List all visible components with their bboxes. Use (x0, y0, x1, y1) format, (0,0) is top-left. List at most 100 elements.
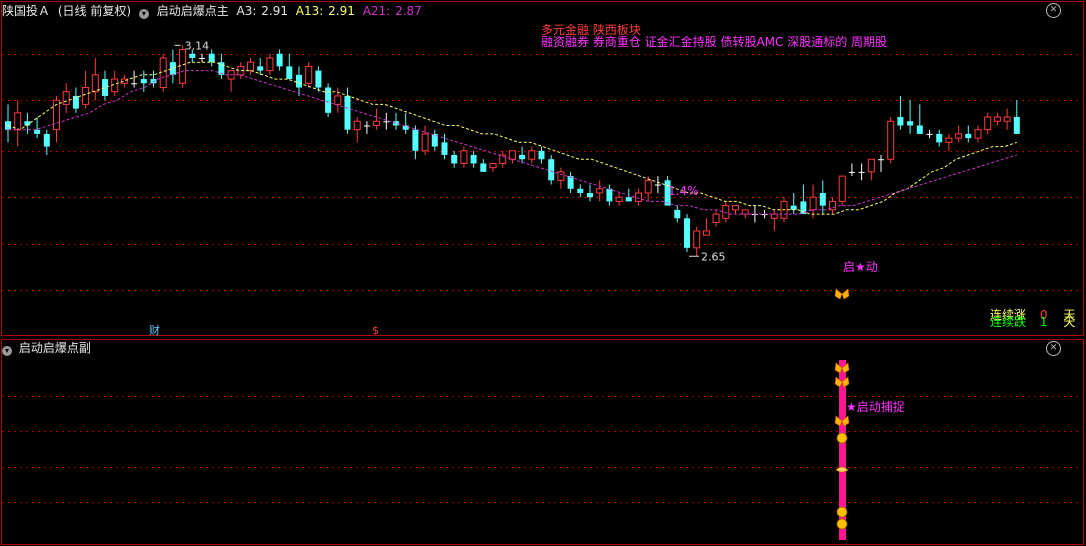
candle-up (14, 112, 22, 131)
sub-indicator-name[interactable]: 启动启爆点副 (19, 341, 91, 355)
a3-label: A3: (236, 4, 257, 18)
candle-up (353, 120, 361, 131)
candle-down (470, 155, 477, 164)
candle-doji (848, 171, 855, 173)
a13-value: 2.91 (328, 4, 355, 18)
candle-down (257, 66, 264, 71)
candle-down (208, 53, 215, 63)
candle-doji (926, 133, 933, 135)
concept-line-2: 融资融券 券商重仓 证金汇金持股 债转股AMC 深股通标的 周期股 (541, 35, 888, 49)
candle-up (557, 171, 565, 181)
candle-doji (858, 171, 865, 173)
candle-up (373, 120, 381, 126)
candle-down (150, 79, 157, 84)
stock-name[interactable]: 陕国投Ａ (2, 4, 50, 18)
candle-doji (131, 83, 138, 85)
candle-doji (363, 125, 370, 127)
candle-up (615, 196, 623, 202)
candle-up (644, 179, 652, 194)
legend-down-count: 1 (1039, 315, 1048, 329)
candle-up (712, 213, 720, 223)
coin-icon (836, 518, 848, 530)
candle-down (519, 155, 526, 160)
finance-marker: 财 (149, 323, 160, 337)
candle-up (528, 150, 536, 160)
candle-up (867, 158, 875, 173)
candle-down (43, 133, 50, 147)
candle-up (508, 150, 516, 160)
candle-up (741, 209, 749, 215)
candle-up (247, 61, 254, 72)
collapse-icon[interactable]: ▾ (138, 9, 149, 19)
candle-up (974, 129, 982, 139)
a13-label: A13: (295, 4, 324, 18)
candle-up (334, 95, 342, 105)
pct-label: 1.4% (668, 184, 699, 198)
candle-doji (878, 159, 884, 161)
candle-down (674, 209, 681, 219)
candle-up (635, 192, 642, 202)
candle-down (567, 176, 574, 189)
sub-header: ▾ 启动启爆点副 (2, 341, 91, 356)
candle-down (538, 150, 545, 160)
close-icon[interactable]: ✕ (1046, 341, 1061, 356)
candle-up (984, 116, 992, 131)
candle-down (393, 121, 399, 126)
legend-down-label: 连续跌 (990, 315, 1027, 329)
candle-up (955, 133, 963, 139)
legend-down-unit: 天 (1063, 315, 1076, 329)
candle-up (266, 57, 274, 72)
candle-down (897, 117, 904, 126)
candle-up (179, 49, 187, 84)
candle-down (480, 163, 487, 172)
candle-down (916, 125, 923, 134)
candle-up (722, 205, 730, 219)
candle-down (102, 79, 108, 96)
candle-down (441, 142, 448, 155)
candle-up (993, 116, 1001, 122)
low-price-label: 2.65 (701, 250, 726, 263)
candle-down (684, 218, 690, 248)
dollar-marker: $ (372, 324, 379, 337)
candle-down (296, 74, 302, 88)
candle-up (702, 230, 710, 236)
candle-down (548, 159, 555, 181)
candle-down (5, 121, 11, 130)
candle-up (421, 133, 429, 152)
collapse-icon[interactable]: ▾ (2, 346, 12, 356)
candle-down (936, 133, 943, 143)
candle-down (344, 95, 351, 130)
candle-down (907, 121, 914, 126)
chart-window: 3.14 2.65 1.4% 启★动财 $ ★启动捕捉 陕国投Ａ (日线 前复权) ▾ 启… (0, 0, 1086, 546)
close-icon[interactable]: ✕ (1046, 3, 1061, 18)
capture-label: ★启动捕捉 (846, 399, 905, 414)
candle-down (1013, 117, 1020, 134)
candle-down (286, 66, 293, 80)
a3-value: 2.91 (261, 4, 288, 18)
candle-down (965, 133, 972, 139)
candle-up (499, 154, 507, 164)
start-signal-label: 启★动 (843, 260, 878, 274)
candle-down (451, 155, 458, 164)
period-label[interactable]: (日线 前复权) (58, 4, 131, 18)
candle-up (809, 196, 817, 211)
candle-up (838, 175, 846, 202)
ma-long-line (8, 70, 1017, 215)
kline-chart[interactable]: 3.14 2.65 1.4% 启★动财 $ ★启动捕捉 (0, 0, 1086, 546)
candle-down (606, 188, 613, 202)
candle-up (945, 137, 953, 143)
coin-icon (836, 432, 848, 444)
candle-up (732, 205, 739, 211)
candle-up (887, 120, 895, 160)
candle-down (140, 79, 147, 84)
main-header: 陕国投Ａ (日线 前复权) ▾ 启动启爆点主 A3: 2.91 A13: 2.9… (2, 3, 426, 19)
legend-down: 连续跌 1 天 (990, 313, 1075, 330)
candle-down (819, 192, 826, 206)
candle-down (276, 53, 283, 67)
candle-doji (654, 184, 661, 186)
candle-up (460, 150, 468, 164)
candle-up (1003, 116, 1011, 122)
candle-doji (199, 57, 205, 59)
sub-panel-frame (1, 339, 1084, 545)
main-indicator-name[interactable]: 启动启爆点主 (157, 4, 229, 18)
